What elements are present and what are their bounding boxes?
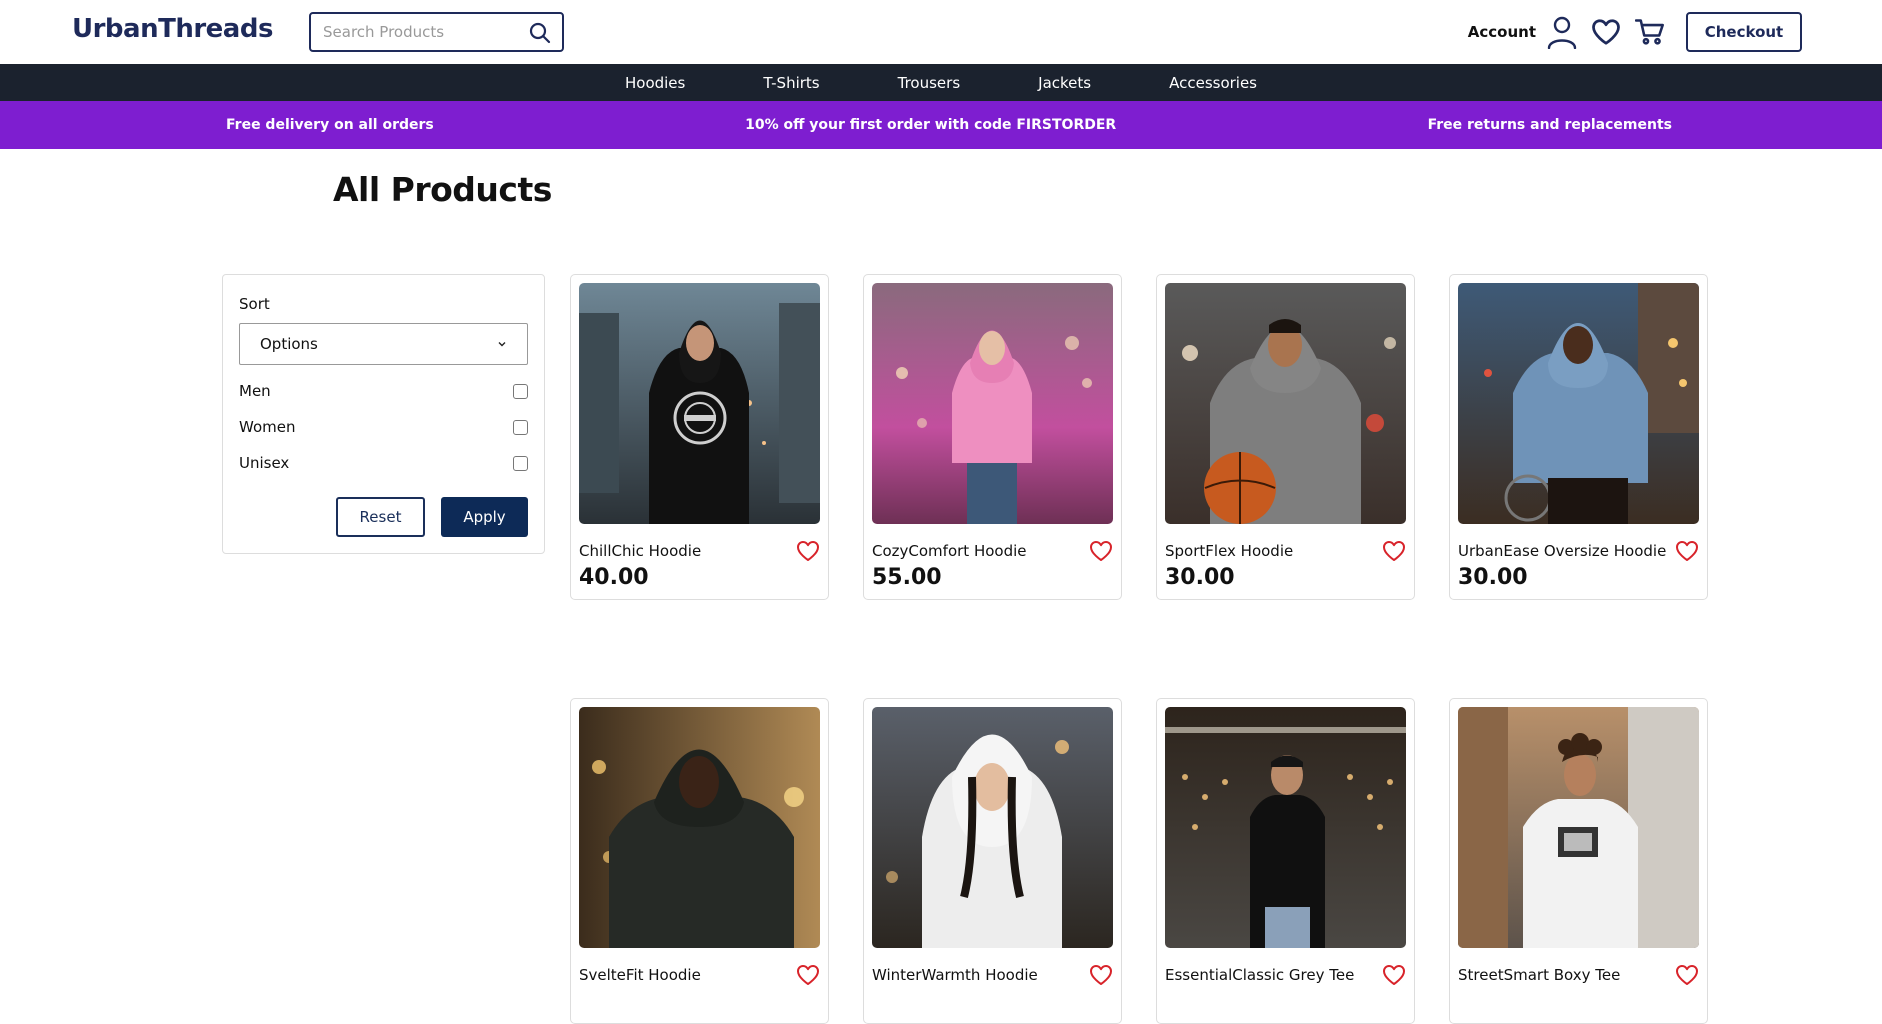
wishlist-heart-icon[interactable]	[1675, 540, 1699, 562]
wishlist-heart-icon[interactable]	[1382, 964, 1406, 986]
reset-button[interactable]: Reset	[336, 497, 425, 537]
nav-item-hoodies[interactable]: Hoodies	[625, 74, 685, 92]
chevron-down-icon	[498, 342, 506, 347]
product-name[interactable]: WinterWarmth Hoodie	[872, 966, 1038, 984]
site-logo[interactable]: UrbanThreads	[72, 14, 273, 44]
promo-delivery: Free delivery on all orders	[226, 117, 434, 133]
filter-panel: Sort Options Men Women Unisex Reset Appl…	[222, 274, 545, 554]
checkout-button[interactable]: Checkout	[1686, 12, 1802, 52]
product-card[interactable]: CozyComfort Hoodie 55.00	[863, 274, 1122, 600]
product-name[interactable]: SvelteFit Hoodie	[579, 966, 701, 984]
wishlist-heart-icon[interactable]	[1089, 964, 1113, 986]
product-card[interactable]: EssentialClassic Grey Tee	[1156, 698, 1415, 1024]
product-name[interactable]: StreetSmart Boxy Tee	[1458, 966, 1620, 984]
wishlist-heart-icon[interactable]	[1589, 15, 1623, 49]
product-image[interactable]	[579, 283, 820, 524]
checkbox-men[interactable]	[513, 383, 528, 399]
nav-item-accessories[interactable]: Accessories	[1169, 74, 1257, 92]
filter-label-men: Men	[239, 382, 271, 400]
wishlist-heart-icon[interactable]	[1089, 540, 1113, 562]
nav-item-jackets[interactable]: Jackets	[1038, 74, 1091, 92]
promo-discount: 10% off your first order with code FIRST…	[745, 117, 1117, 133]
account-label[interactable]: Account	[1468, 23, 1536, 41]
checkbox-unisex[interactable]	[513, 455, 528, 471]
product-price: 55.00	[872, 565, 942, 590]
product-name[interactable]: ChillChic Hoodie	[579, 542, 701, 560]
product-image[interactable]	[1458, 283, 1699, 524]
product-image[interactable]	[579, 707, 820, 948]
product-card[interactable]: SvelteFit Hoodie	[570, 698, 829, 1024]
filter-row-unisex: Unisex	[239, 445, 528, 481]
product-card[interactable]: ChillChic Hoodie 40.00	[570, 274, 829, 600]
page-title: All Products	[333, 170, 552, 209]
filter-label-unisex: Unisex	[239, 454, 290, 472]
product-image[interactable]	[1165, 707, 1406, 948]
nav-item-tshirts[interactable]: T-Shirts	[763, 74, 819, 92]
filter-row-women: Women	[239, 409, 528, 445]
account-user-icon[interactable]	[1545, 15, 1579, 49]
apply-button[interactable]: Apply	[441, 497, 528, 537]
wishlist-heart-icon[interactable]	[1675, 964, 1699, 986]
wishlist-heart-icon[interactable]	[1382, 540, 1406, 562]
product-card[interactable]: SportFlex Hoodie 30.00	[1156, 274, 1415, 600]
product-image[interactable]	[872, 283, 1113, 524]
product-card[interactable]: StreetSmart Boxy Tee	[1449, 698, 1708, 1024]
wishlist-heart-icon[interactable]	[796, 540, 820, 562]
nav-item-trousers[interactable]: Trousers	[898, 74, 961, 92]
site-header: UrbanThreads Account Check	[0, 0, 1882, 64]
product-name[interactable]: CozyComfort Hoodie	[872, 542, 1027, 560]
sort-select-value: Options	[260, 335, 318, 353]
promo-bar: Free delivery on all orders 10% off your…	[0, 101, 1882, 149]
product-name[interactable]: EssentialClassic Grey Tee	[1165, 966, 1354, 984]
product-card[interactable]: WinterWarmth Hoodie	[863, 698, 1122, 1024]
product-image[interactable]	[1165, 283, 1406, 524]
product-card[interactable]: UrbanEase Oversize Hoodie 30.00	[1449, 274, 1708, 600]
cart-icon[interactable]	[1633, 15, 1667, 49]
wishlist-heart-icon[interactable]	[796, 964, 820, 986]
filter-row-men: Men	[239, 373, 528, 409]
product-price: 30.00	[1165, 565, 1235, 590]
product-price: 40.00	[579, 565, 649, 590]
promo-returns: Free returns and replacements	[1427, 117, 1672, 133]
product-price: 30.00	[1458, 565, 1528, 590]
header-actions: Account Checkout	[1468, 12, 1802, 52]
search-icon[interactable]	[528, 21, 552, 45]
sort-label: Sort	[239, 295, 270, 313]
search-box[interactable]	[309, 12, 564, 52]
category-nav: Hoodies T-Shirts Trousers Jackets Access…	[0, 64, 1882, 101]
product-name[interactable]: SportFlex Hoodie	[1165, 542, 1293, 560]
product-name[interactable]: UrbanEase Oversize Hoodie	[1458, 542, 1666, 560]
checkbox-women[interactable]	[513, 419, 528, 435]
sort-select[interactable]: Options	[239, 323, 528, 365]
product-image[interactable]	[872, 707, 1113, 948]
filter-label-women: Women	[239, 418, 296, 436]
product-image[interactable]	[1458, 707, 1699, 948]
search-input[interactable]	[323, 23, 523, 41]
